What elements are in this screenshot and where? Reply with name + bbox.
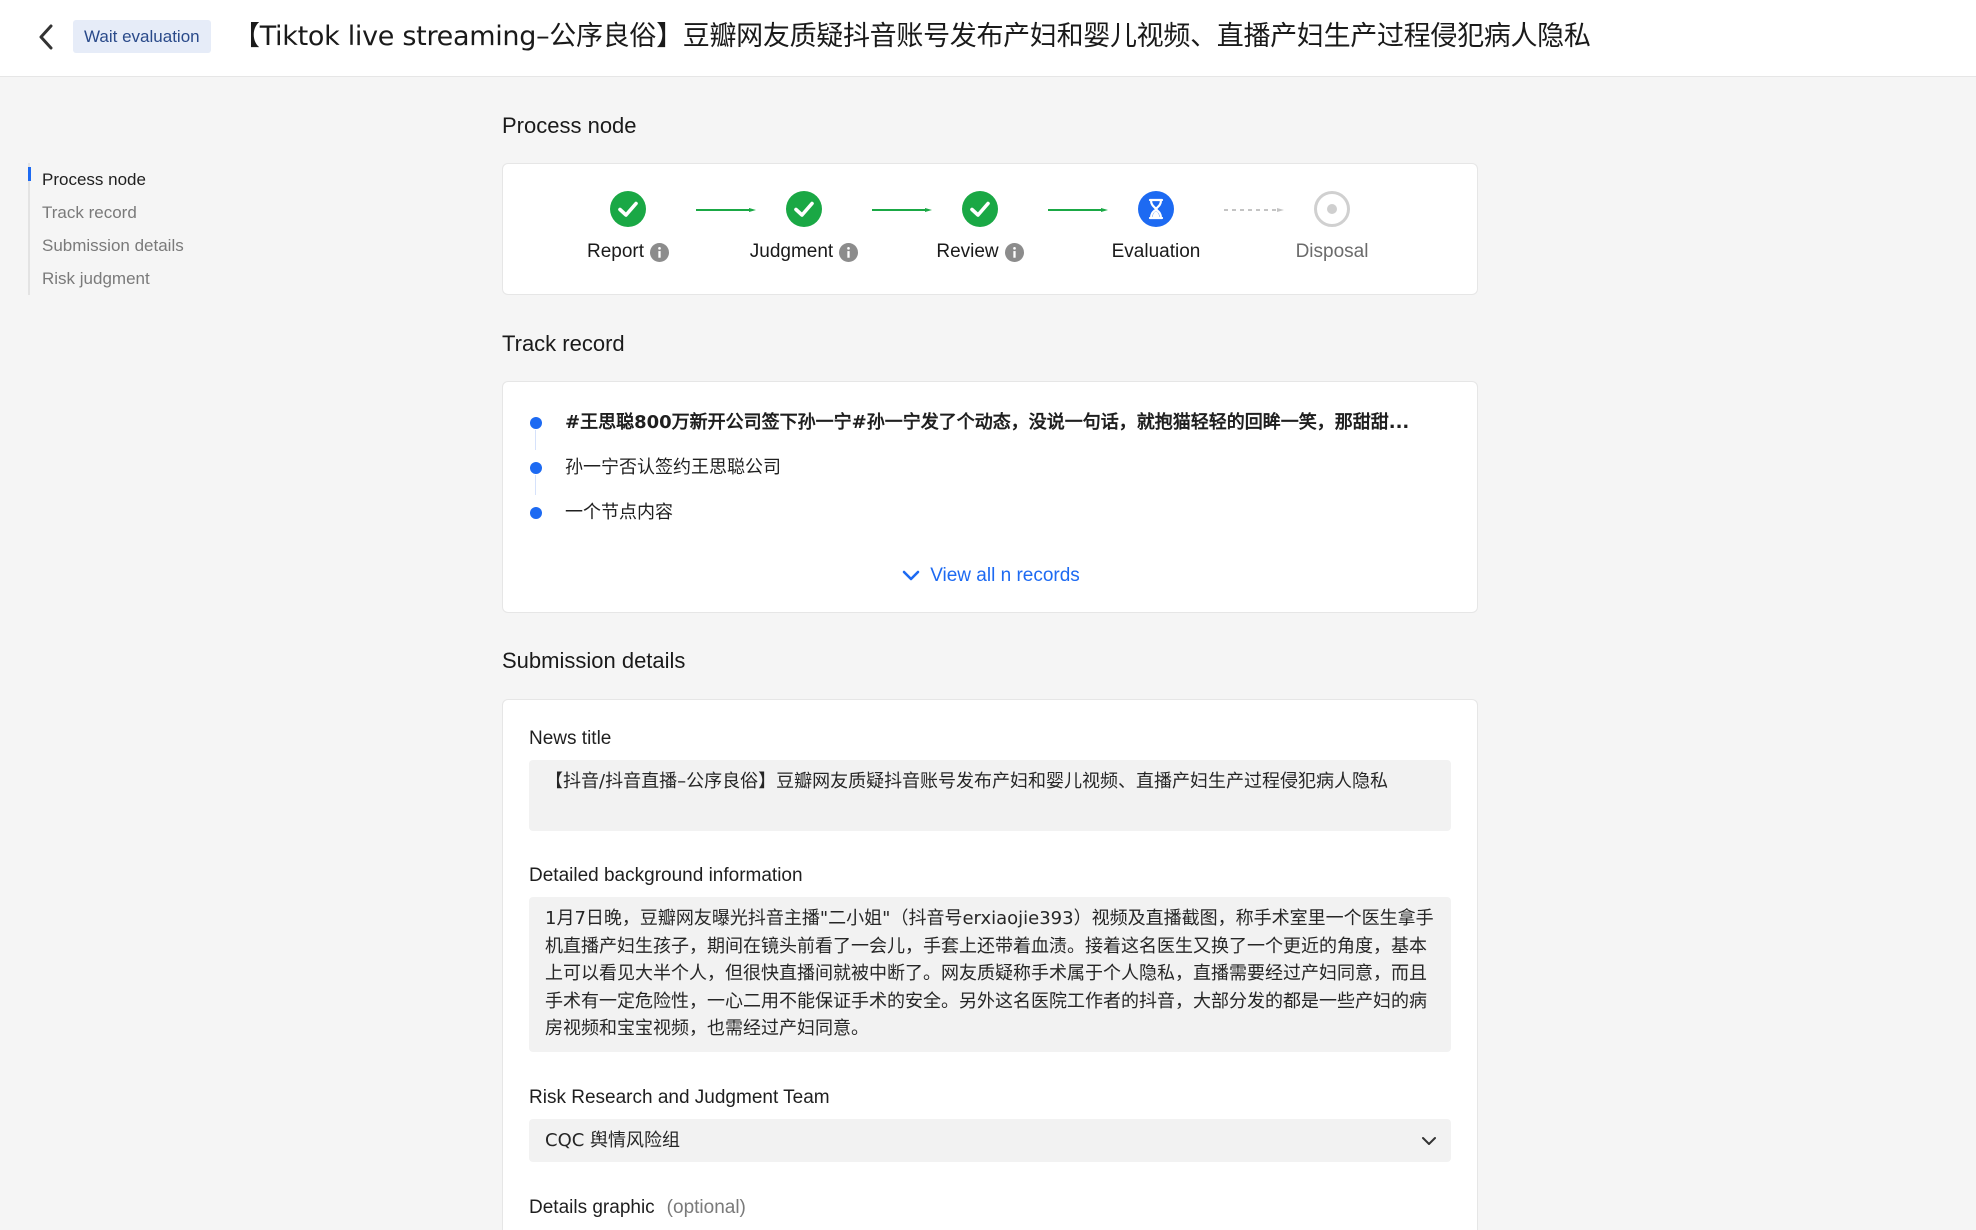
step-connector	[1224, 208, 1284, 212]
check-circle-icon	[786, 191, 822, 227]
view-all-records-label: View all n records	[930, 565, 1080, 586]
step-connector	[872, 208, 932, 212]
risk-team-label: Risk Research and Judgment Team	[529, 1087, 830, 1108]
chevron-down-icon	[1422, 1137, 1436, 1145]
news-title-field[interactable]: 【抖音/抖音直播–公序良俗】豆瓣网友质疑抖音账号发布产妇和婴儿视频、直播产妇生产…	[529, 760, 1451, 831]
timeline-dot	[530, 507, 542, 519]
chevron-down-icon	[902, 570, 920, 581]
track-record-item: #王思聪800万新开公司签下孙一宁#孙一宁发了个动态，没说一句话，就抱猫轻轻的回…	[527, 408, 1457, 438]
info-icon[interactable]	[1004, 242, 1024, 262]
details-graphic-label-text: Details graphic	[529, 1197, 655, 1218]
step-label-report: Report	[586, 241, 645, 262]
anchor-item-process-node[interactable]: Process node	[28, 163, 248, 196]
track-record-text: #王思聪800万新开公司签下孙一宁#孙一宁发了个动态，没说一句话，就抱猫轻轻的回…	[565, 412, 1410, 433]
track-record-text: 孙一宁否认签约王思聪公司	[565, 457, 781, 478]
background-info-label: Detailed background information	[529, 865, 803, 886]
background-info-field[interactable]: 1月7日晚，豆瓣网友曝光抖音主播"二小姐"（抖音号erxiaojie393）视频…	[529, 897, 1451, 1052]
back-arrow-icon[interactable]	[32, 20, 60, 54]
page-title: 【Tiktok live streaming–公序良俗】豆瓣网友质疑抖音账号发布…	[233, 21, 1591, 52]
step-label-evaluation: Evaluation	[1111, 241, 1201, 262]
step-label-judgment: Judgment	[749, 241, 834, 262]
status-badge: Wait evaluation	[73, 20, 211, 53]
process-steps-card: Report Judgment Review Evaluation Dispos…	[502, 163, 1478, 295]
timeline-dot	[530, 417, 542, 429]
step-connector	[1048, 208, 1108, 212]
anchor-nav: Process node Track record Submission det…	[28, 163, 248, 295]
track-record-text: 一个节点内容	[565, 502, 673, 523]
risk-team-select[interactable]: CQC 舆情风险组	[529, 1119, 1451, 1162]
page-header: Wait evaluation 【Tiktok live streaming–公…	[0, 0, 1976, 77]
anchor-item-track-record[interactable]: Track record	[30, 196, 248, 229]
news-title-label: News title	[529, 728, 612, 749]
process-node-title: Process node	[502, 113, 637, 138]
track-record-item: 一个节点内容	[527, 498, 1457, 528]
check-circle-icon	[962, 191, 998, 227]
submission-details-card: News title 【抖音/抖音直播–公序良俗】豆瓣网友质疑抖音账号发布产妇和…	[502, 699, 1478, 1230]
track-record-item: 孙一宁否认签约王思聪公司	[527, 453, 1457, 483]
pending-circle-icon	[1314, 191, 1350, 227]
hourglass-icon	[1138, 191, 1174, 227]
anchor-item-risk-judgment[interactable]: Risk judgment	[30, 262, 248, 295]
info-icon[interactable]	[839, 242, 859, 262]
info-icon[interactable]	[650, 242, 670, 262]
timeline-dot	[530, 462, 542, 474]
step-label-review: Review	[936, 241, 999, 262]
check-circle-icon	[610, 191, 646, 227]
details-graphic-label: Details graphic (optional)	[529, 1194, 746, 1222]
track-record-card: #王思聪800万新开公司签下孙一宁#孙一宁发了个动态，没说一句话，就抱猫轻轻的回…	[502, 381, 1478, 613]
step-label-disposal: Disposal	[1295, 241, 1369, 262]
optional-hint: (optional)	[666, 1197, 746, 1218]
anchor-item-submission-details[interactable]: Submission details	[30, 229, 248, 262]
track-record-title: Track record	[502, 331, 625, 356]
risk-team-selected-value: CQC 舆情风险组	[545, 1130, 681, 1151]
view-all-records-link[interactable]: View all n records	[503, 562, 1479, 590]
step-connector	[696, 208, 756, 212]
submission-details-title: Submission details	[502, 648, 686, 673]
